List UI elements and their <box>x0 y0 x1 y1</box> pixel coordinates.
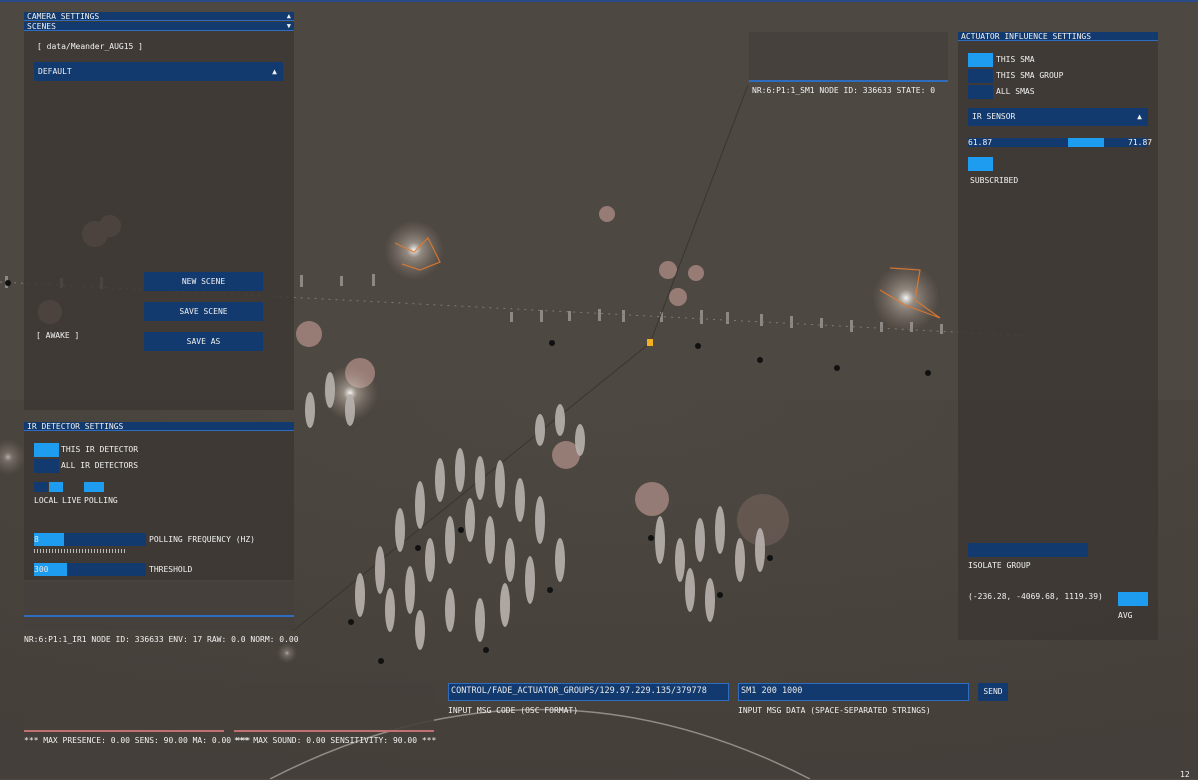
ir-sensor-graph <box>24 582 294 630</box>
threshold-slider[interactable]: 300 <box>34 563 146 576</box>
range-slider[interactable] <box>968 138 1148 147</box>
sound-graph-baseline <box>234 730 434 732</box>
node-readout-text: NR:6:P1:1_SM1 NODE ID: 336633 STATE: 0 <box>752 86 936 95</box>
live-toggle[interactable] <box>49 482 63 492</box>
node-readout-graph <box>749 32 948 80</box>
scenes-label: SCENES <box>27 22 56 31</box>
ir-node-info: NR:6:P1:1_IR1 NODE ID: 336633 ENV: 17 RA… <box>24 635 299 644</box>
all-ir-label: ALL IR DETECTORS <box>61 461 139 470</box>
all-ir-toggle[interactable] <box>34 459 59 473</box>
sound-graph <box>234 682 434 730</box>
slider-ticks <box>34 549 126 553</box>
live-label: LIVE <box>62 496 82 505</box>
camera-settings-label: CAMERA SETTINGS <box>27 12 100 21</box>
subscribed-label: SUBSCRIBED <box>970 176 1019 185</box>
this-sma-group-toggle[interactable] <box>968 69 993 83</box>
all-smas-toggle[interactable] <box>968 85 993 99</box>
presence-info: *** MAX PRESENCE: 0.00 SENS: 90.00 MA: 0… <box>24 736 251 745</box>
chevron-down-icon: ▼ <box>286 22 291 30</box>
save-as-button[interactable]: SAVE AS <box>144 332 263 351</box>
local-label: LOCAL <box>34 496 59 505</box>
range-slider-fill <box>1068 138 1104 147</box>
all-smas-label: ALL SMAS <box>996 87 1035 96</box>
presence-graph <box>24 682 224 730</box>
this-sma-toggle[interactable] <box>968 53 993 67</box>
new-scene-button[interactable]: NEW SCENE <box>144 272 263 291</box>
subscribed-toggle[interactable] <box>968 157 993 171</box>
selected-node-marker <box>647 339 653 346</box>
this-sma-label: THIS SMA <box>996 55 1035 64</box>
msg-data-label: INPUT MSG DATA (SPACE-SEPARATED STRINGS) <box>738 706 931 715</box>
position-coords: (-236.28, -4069.68, 1119.39) <box>968 592 1103 601</box>
scenes-header[interactable]: SCENES ▼ <box>24 22 294 31</box>
scene-dropdown-value: DEFAULT <box>38 67 72 76</box>
node-graph-baseline <box>749 80 948 82</box>
isolate-group-label: ISOLATE GROUP <box>968 561 1031 570</box>
polling-frequency-label: POLLING FREQUENCY (HZ) <box>149 535 255 544</box>
msg-code-input[interactable]: CONTROL/FADE_ACTUATOR_GROUPS/129.97.229.… <box>448 683 729 701</box>
polling-label: POLLING <box>84 496 118 505</box>
polling-toggle[interactable] <box>84 482 104 492</box>
save-scene-button[interactable]: SAVE SCENE <box>144 302 263 321</box>
msg-code-label: INPUT MSG CODE (OSC FORMAT) <box>448 706 579 715</box>
range-min: 61.87 <box>968 138 993 147</box>
scene-dropdown[interactable]: DEFAULT ▲ <box>34 62 283 81</box>
threshold-label: THRESHOLD <box>149 565 193 574</box>
avg-toggle[interactable] <box>1118 592 1148 606</box>
ir-detector-header[interactable]: IR DETECTOR SETTINGS <box>24 422 294 431</box>
system-status: [ AWAKE ] <box>36 331 80 340</box>
presence-graph-baseline <box>24 730 224 732</box>
this-sma-group-label: THIS SMA GROUP <box>996 71 1064 80</box>
actuator-title: ACTUATOR INFLUENCE SETTINGS <box>961 32 1092 41</box>
local-toggle[interactable] <box>34 482 48 492</box>
sound-info: *** MAX SOUND: 0.00 SENSITIVITY: 90.00 *… <box>234 736 437 745</box>
avg-label: AVG <box>1118 611 1133 620</box>
this-ir-label: THIS IR DETECTOR <box>61 445 139 454</box>
isolate-group-toggle[interactable] <box>968 543 1088 557</box>
this-ir-toggle[interactable] <box>34 443 59 457</box>
polling-frequency-slider[interactable]: 8 <box>34 533 146 546</box>
scene-path: [ data/Meander_AUG15 ] <box>37 42 143 51</box>
range-max: 71.87 <box>1128 138 1153 147</box>
caret-up-icon: ▲ <box>1137 112 1142 121</box>
caret-up-icon: ▲ <box>272 67 277 76</box>
sensor-dropdown-value: IR SENSOR <box>972 112 1016 121</box>
chevron-up-icon: ▲ <box>286 12 291 20</box>
camera-settings-header[interactable]: CAMERA SETTINGS ▲ <box>24 12 294 21</box>
msg-data-input[interactable]: SM1 200 1000 <box>738 683 969 701</box>
ir-detector-title: IR DETECTOR SETTINGS <box>27 422 124 431</box>
send-button[interactable]: SEND <box>978 683 1008 701</box>
actuator-header[interactable]: ACTUATOR INFLUENCE SETTINGS <box>958 32 1158 41</box>
sensor-dropdown[interactable]: IR SENSOR ▲ <box>968 108 1148 126</box>
ir-graph-baseline <box>24 615 294 617</box>
polling-frequency-value: 8 <box>34 535 39 544</box>
threshold-value: 300 <box>34 565 49 574</box>
